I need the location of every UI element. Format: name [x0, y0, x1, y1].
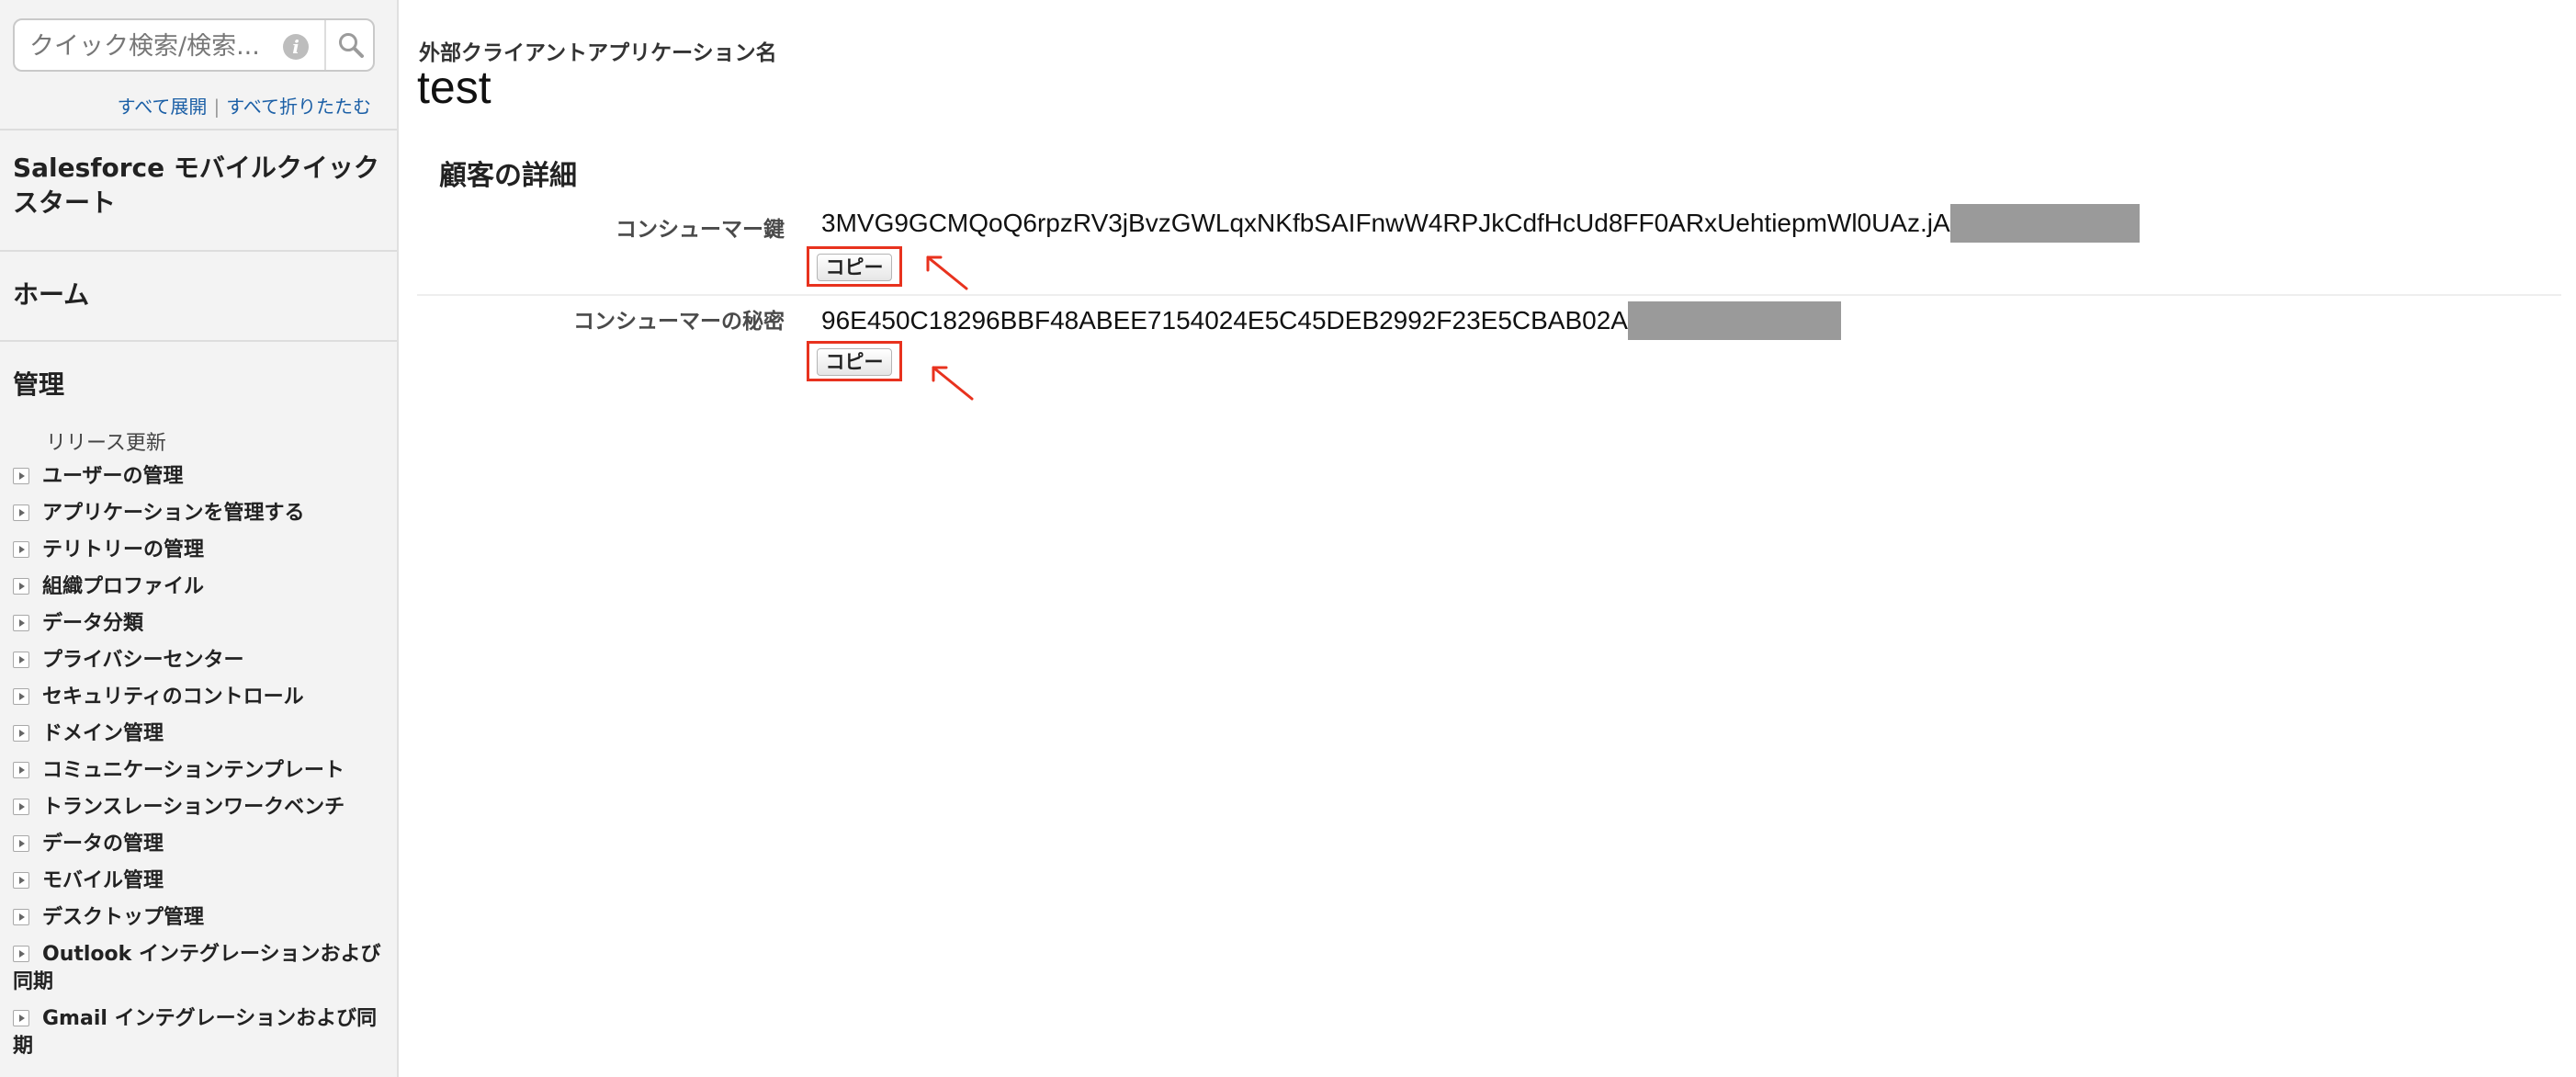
- expand-toggle-icon[interactable]: [13, 835, 29, 852]
- expand-all-link[interactable]: すべて展開: [118, 96, 208, 118]
- sidebar-item-communication-templates[interactable]: コミュニケーションテンプレート: [13, 757, 390, 785]
- page-title: test: [417, 62, 491, 113]
- sidebar-item-label: データの管理: [42, 833, 164, 856]
- info-icon[interactable]: i: [283, 34, 309, 60]
- expand-toggle-icon[interactable]: [13, 909, 29, 925]
- sidebar-item-domain-management[interactable]: ドメイン管理: [13, 720, 390, 748]
- sidebar-item-label: モバイル管理: [42, 869, 164, 892]
- expand-toggle-icon[interactable]: [13, 504, 29, 521]
- sidebar-item-label: Gmail インテグレーションおよび同期: [13, 1007, 378, 1058]
- sidebar-item-label: トランスレーションワークベンチ: [42, 796, 345, 819]
- red-arrow-icon: [926, 255, 968, 290]
- sidebar-item-label: プライバシーセンター: [42, 649, 244, 672]
- sidebar-item-label: Outlook インテグレーションおよび同期: [13, 943, 381, 993]
- redaction-block: [1949, 204, 2140, 243]
- section-title-customer-details: 顧客の詳細: [439, 160, 577, 192]
- row-divider: [417, 294, 2561, 296]
- search-icon: [339, 33, 364, 58]
- sidebar-item-label: ドメイン管理: [42, 722, 164, 745]
- copy-key-highlight: コピー: [807, 246, 902, 287]
- consumer-secret-label: コンシューマーの秘密: [573, 310, 785, 334]
- sidebar-item-gmail-integration[interactable]: Gmail インテグレーションおよび同期: [13, 1005, 390, 1060]
- sidebar-item-label: データ分類: [42, 612, 144, 635]
- red-arrow-icon: [932, 366, 974, 401]
- quick-search-box: i: [13, 18, 375, 72]
- sidebar-item-translation-workbench[interactable]: トランスレーションワークベンチ: [13, 794, 390, 822]
- link-separator: |: [213, 96, 220, 118]
- copy-consumer-secret-button[interactable]: コピー: [817, 348, 892, 376]
- consumer-key-label: コンシューマー鍵: [616, 218, 785, 242]
- expand-collapse-links: すべて展開 | すべて折りたたむ: [0, 92, 371, 119]
- nav-section-title: Salesforce モバイルクイックスタート: [13, 153, 379, 218]
- expand-toggle-icon[interactable]: [13, 762, 29, 778]
- sidebar-item-label: テリトリーの管理: [42, 538, 205, 561]
- consumer-secret-field: 96E450C18296BBF48ABEE7154024E5C45DEB2992…: [821, 301, 1841, 340]
- sidebar-item-security-controls[interactable]: セキュリティのコントロール: [13, 684, 390, 711]
- copy-consumer-key-button[interactable]: コピー: [817, 254, 892, 281]
- consumer-key-value: 3MVG9GCMQoQ6rpzRV3jBvzGWLqxNKfbSAIFnwW4R…: [821, 209, 1950, 237]
- nav-section-mobile-quickstart[interactable]: Salesforce モバイルクイックスタート: [0, 129, 397, 250]
- expand-toggle-icon[interactable]: [13, 468, 29, 484]
- sidebar-item-label: セキュリティのコントロール: [42, 686, 304, 709]
- consumer-key-field: 3MVG9GCMQoQ6rpzRV3jBvzGWLqxNKfbSAIFnwW4R…: [821, 204, 2140, 243]
- nav-section-title: ホーム: [13, 279, 90, 310]
- expand-toggle-icon[interactable]: [13, 541, 29, 558]
- search-button[interactable]: [328, 20, 374, 70]
- collapse-all-link[interactable]: すべて折りたたむ: [226, 96, 371, 118]
- main-content: 外部クライアントアプリケーション名 test 顧客の詳細 コンシューマー鍵 3M…: [399, 0, 2576, 1077]
- expand-toggle-icon[interactable]: [13, 1010, 29, 1026]
- expand-toggle-icon[interactable]: [13, 946, 29, 962]
- expand-toggle-icon[interactable]: [13, 799, 29, 815]
- expand-toggle-icon[interactable]: [13, 872, 29, 889]
- sidebar-item-release-update[interactable]: リリース更新: [46, 430, 166, 458]
- consumer-secret-value: 96E450C18296BBF48ABEE7154024E5C45DEB2992…: [821, 306, 1628, 334]
- sidebar-item-label: ユーザーの管理: [42, 465, 184, 488]
- expand-toggle-icon[interactable]: [13, 725, 29, 742]
- sidebar-item-data-management[interactable]: データの管理: [13, 831, 390, 858]
- sidebar-item-label: 組織プロファイル: [42, 575, 205, 598]
- sidebar-item-outlook-integration[interactable]: Outlook インテグレーションおよび同期: [13, 941, 390, 996]
- sidebar: i すべて展開| すべて折りたたむ Salesforce モバイルクイックスタート…: [0, 0, 399, 1077]
- search-divider: [324, 20, 326, 70]
- nav-section-title: 管理: [13, 369, 65, 400]
- quick-search-input[interactable]: [29, 29, 279, 62]
- sidebar-item-org-profile[interactable]: 組織プロファイル: [13, 573, 390, 601]
- sidebar-item-user-management[interactable]: ユーザーの管理: [13, 463, 390, 491]
- nav-section-home[interactable]: ホーム: [0, 250, 397, 340]
- copy-secret-highlight: コピー: [807, 341, 902, 381]
- expand-toggle-icon[interactable]: [13, 578, 29, 595]
- expand-toggle-icon[interactable]: [13, 688, 29, 705]
- expand-toggle-icon[interactable]: [13, 615, 29, 631]
- sidebar-item-label: デスクトップ管理: [42, 906, 205, 929]
- sidebar-item-privacy-center[interactable]: プライバシーセンター: [13, 647, 390, 675]
- expand-toggle-icon[interactable]: [13, 652, 29, 668]
- sidebar-item-manage-applications[interactable]: アプリケーションを管理する: [13, 500, 390, 527]
- redaction-block: [1627, 301, 1841, 340]
- sidebar-item-desktop-administration[interactable]: デスクトップ管理: [13, 904, 390, 932]
- sidebar-item-data-classification[interactable]: データ分類: [13, 610, 390, 638]
- sidebar-item-territory-management[interactable]: テリトリーの管理: [13, 537, 390, 564]
- sidebar-item-label: アプリケーションを管理する: [42, 502, 305, 525]
- sidebar-item-mobile-administration[interactable]: モバイル管理: [13, 867, 390, 895]
- sidebar-item-label: コミュニケーションテンプレート: [42, 759, 345, 782]
